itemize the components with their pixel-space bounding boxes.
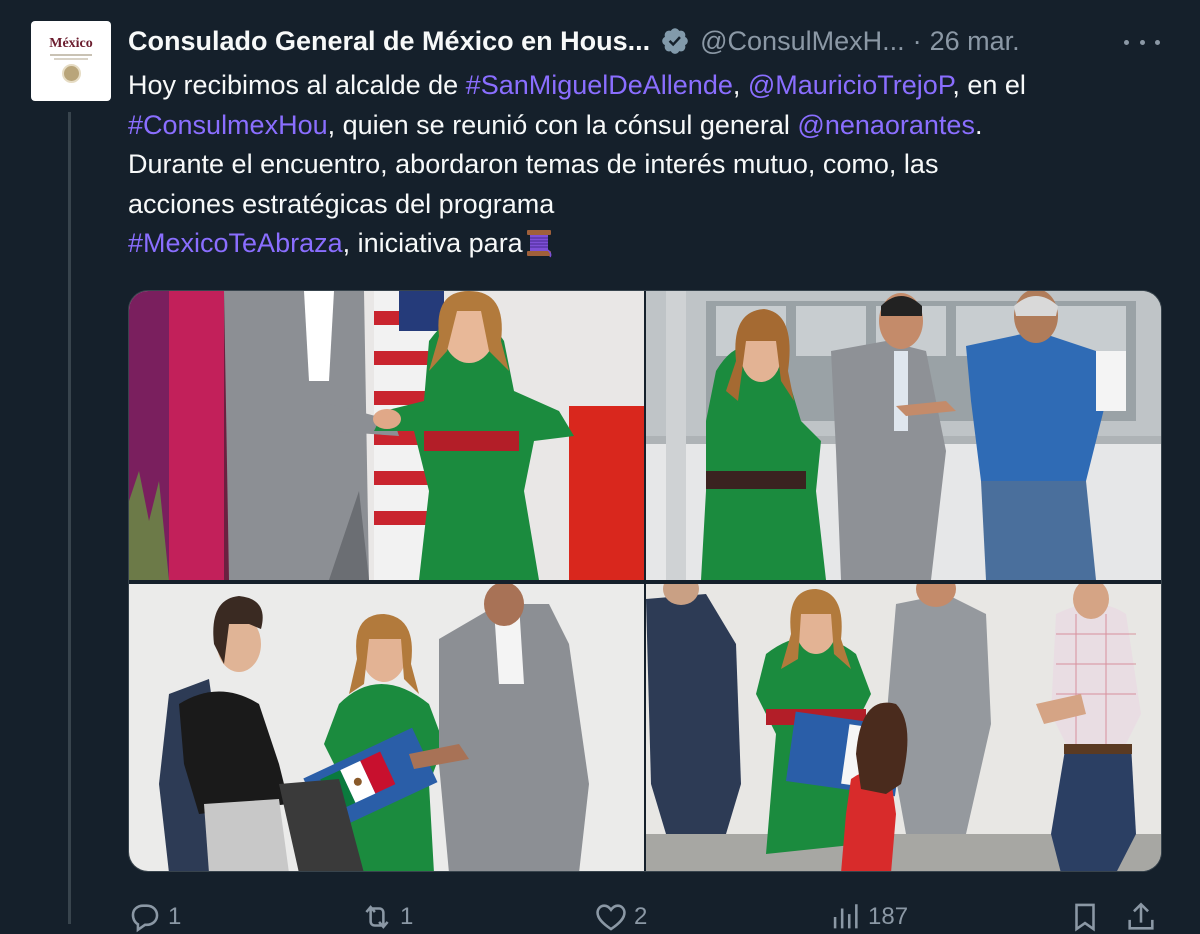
verified-badge-icon[interactable] (660, 26, 690, 56)
media-grid (128, 290, 1162, 872)
photo-flag-folder[interactable] (129, 584, 644, 871)
avatar[interactable]: México (31, 21, 111, 101)
retweet-icon (365, 905, 389, 929)
photo-office-greeting[interactable] (646, 291, 1161, 580)
share-icon (1128, 902, 1154, 930)
tweet-text: Hoy recibimos al alcalde de #SanMiguelDe… (128, 66, 1168, 264)
handle[interactable]: @ConsulMexH... (700, 26, 904, 57)
avatar-logo-line (50, 54, 92, 56)
text-span: , iniciativa para (342, 228, 523, 258)
reply-count: 1 (168, 903, 182, 930)
share-button[interactable] (1124, 900, 1158, 934)
tweet-line-1: Hoy recibimos al alcalde de #SanMiguelDe… (128, 66, 1168, 106)
bookmark-button[interactable] (1068, 900, 1102, 934)
tweet-line-3: Durante el encuentro, abordaron temas de… (128, 149, 939, 179)
tweet-header: Consulado General de México en Hous... @… (128, 22, 1020, 60)
retweet-button[interactable]: 1 (360, 900, 413, 934)
display-name[interactable]: Consulado General de México en Hous... (128, 26, 650, 57)
tweet-line-5: #MexicoTeAbraza, iniciativa para (128, 224, 1168, 264)
views-count: 187 (868, 903, 909, 930)
text-span: Hoy recibimos al alcalde de (128, 70, 466, 100)
tweet-actions: 1 1 2 187 (128, 896, 1168, 933)
tweet-line-4: acciones estratégicas del programa (128, 188, 555, 219)
avatar-logo-line-2 (54, 58, 88, 60)
text-span: , (732, 70, 748, 100)
seal-icon (61, 64, 81, 83)
photo-handshake[interactable] (129, 291, 644, 580)
views-chart-icon (833, 904, 858, 929)
retweet-count: 1 (400, 903, 414, 930)
hashtag-link[interactable]: #ConsulmexHou (128, 110, 328, 140)
text-span: , en el (952, 70, 1026, 100)
reply-icon (131, 904, 159, 933)
mention-link[interactable]: @MauricioTrejoP (748, 70, 952, 100)
like-count: 2 (634, 903, 648, 930)
avatar-logo-text: México (49, 36, 93, 51)
text-span: , quien se reunió con la cónsul general (327, 109, 798, 140)
thread-connector-line (68, 112, 71, 924)
hashtag-link[interactable]: #SanMiguelDeAllende (466, 70, 733, 100)
reply-button[interactable]: 1 (128, 900, 181, 934)
timestamp[interactable]: 26 mar. (930, 26, 1020, 57)
mention-link[interactable]: @nenaorantes (797, 110, 975, 140)
text-span: . (974, 109, 983, 140)
hashtag-link[interactable]: #MexicoTeAbraza (128, 228, 343, 258)
separator-dot: · (912, 25, 922, 56)
heart-icon (596, 904, 626, 931)
tweet-line-2: #ConsulmexHou, quien se reunió con la có… (128, 106, 1168, 146)
thread-spool-emoji-icon (526, 230, 552, 258)
views-button[interactable]: 187 (828, 900, 908, 934)
bookmark-icon (1075, 903, 1095, 932)
more-options-icon[interactable] (1124, 28, 1160, 56)
photo-certificate-girl[interactable] (646, 584, 1161, 871)
like-button[interactable]: 2 (594, 900, 647, 934)
